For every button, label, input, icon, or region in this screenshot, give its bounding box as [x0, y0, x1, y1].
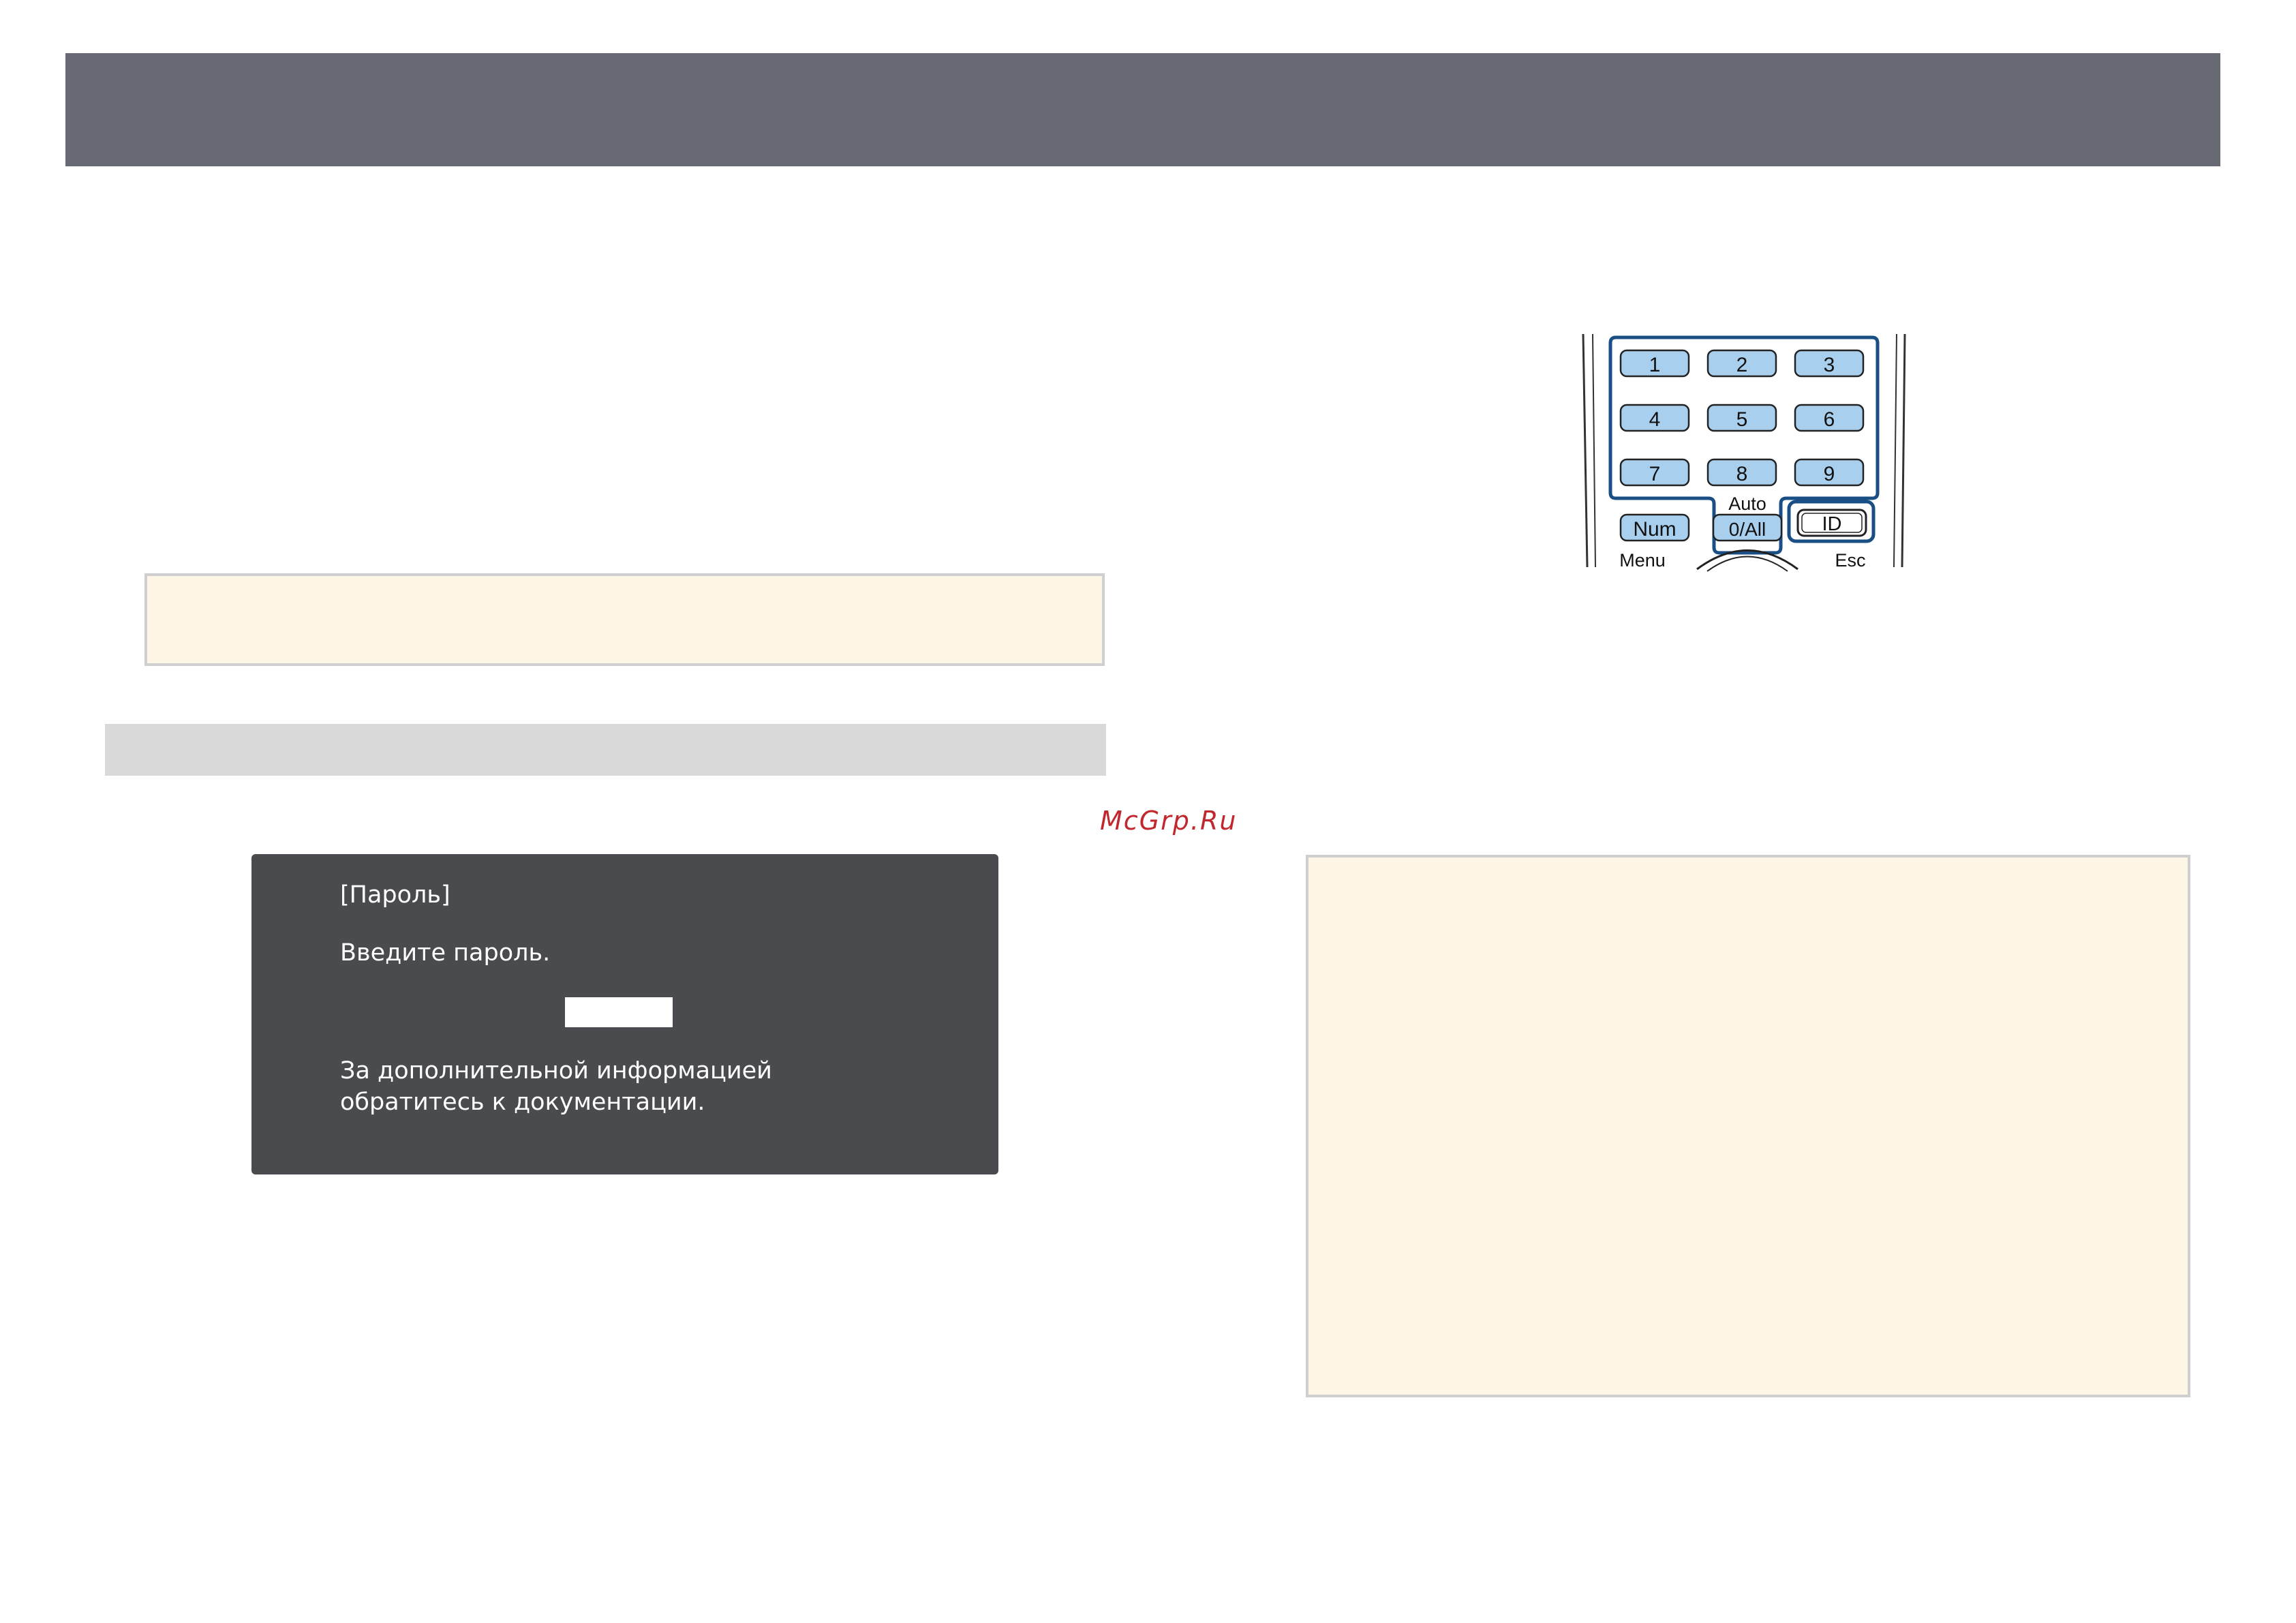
note-box-right: [1306, 855, 2190, 1397]
arrow-pad-ring-inner: [1706, 556, 1788, 572]
header-bar: [65, 53, 2220, 166]
section-heading-bar: [105, 724, 1106, 776]
remote-control-illustration: 1 2 3 4 5 6 7 8 9 Num Auto 0/All ID Menu Esc: [1582, 333, 1906, 572]
remote-edge-right: [1901, 333, 1906, 568]
note-box: [144, 573, 1105, 666]
remote-edge-left-inner: [1592, 333, 1596, 568]
key-1-label: 1: [1649, 354, 1661, 376]
key-6-label: 6: [1824, 408, 1835, 431]
key-7-label: 7: [1649, 463, 1661, 485]
key-2-label: 2: [1736, 354, 1748, 376]
id-key-label: ID: [1822, 513, 1842, 535]
key-9-label: 9: [1824, 463, 1835, 485]
num-key-label: Num: [1633, 518, 1676, 541]
key-3-label: 3: [1824, 354, 1835, 376]
key-5-label: 5: [1736, 408, 1748, 431]
remote-edge-left: [1582, 333, 1589, 568]
remote-edge-right-inner: [1893, 333, 1897, 568]
numeric-keys: 1 2 3 4 5 6 7 8 9: [1619, 349, 1865, 487]
password-screen-title: [Пароль]: [340, 881, 450, 909]
menu-label: Menu: [1619, 550, 1666, 571]
info-text-line-2: обратитесь к документации.: [340, 1089, 705, 1116]
key-8-label: 8: [1736, 463, 1748, 485]
password-screen: [Пароль] Введите пароль. За дополнительн…: [251, 854, 998, 1174]
watermark: McGrp.Ru: [1100, 806, 1238, 836]
info-text-line-1: За дополнительной информацией: [340, 1057, 772, 1084]
password-prompt: Введите пароль.: [340, 939, 551, 967]
esc-label: Esc: [1835, 550, 1865, 571]
zero-all-key-label: 0/All: [1729, 519, 1766, 540]
password-input[interactable]: [565, 997, 673, 1027]
auto-label: Auto: [1728, 494, 1766, 514]
key-4-label: 4: [1649, 408, 1661, 431]
